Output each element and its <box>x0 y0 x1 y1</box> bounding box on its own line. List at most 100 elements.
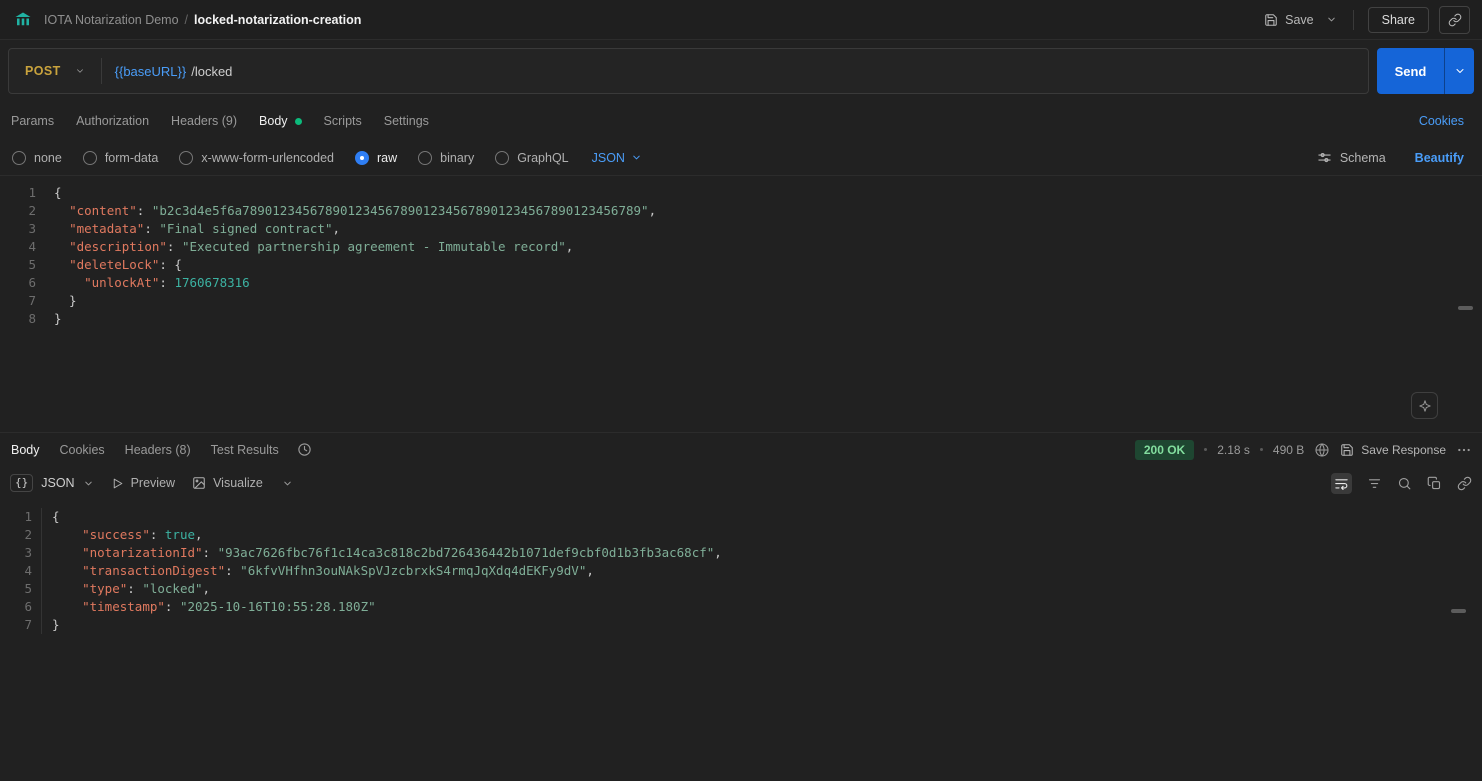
body-type-graphql[interactable]: GraphQL <box>495 151 568 165</box>
save-icon <box>1264 13 1278 27</box>
visualize-button[interactable]: Visualize <box>192 476 263 490</box>
line-number: 6 <box>0 274 36 292</box>
code-line: 1{ <box>0 184 1482 202</box>
body-type-label: x-www-form-urlencoded <box>201 151 334 165</box>
response-scroll-handle[interactable] <box>1451 609 1466 613</box>
chevron-down-icon <box>631 152 642 163</box>
url-variable: {{baseURL}} <box>115 64 187 79</box>
response-tab-body[interactable]: Body <box>8 433 50 466</box>
postbot-button[interactable] <box>1411 392 1438 419</box>
request-tabs: Params Authorization Headers (9) Body Sc… <box>0 102 1482 140</box>
response-format-selector[interactable]: {} JSON <box>10 474 94 492</box>
response-format-label: JSON <box>41 476 74 490</box>
line-number: 5 <box>0 580 42 598</box>
code-line: 5 "deleteLock": { <box>0 256 1482 274</box>
body-type-none[interactable]: none <box>12 151 62 165</box>
beautify-link[interactable]: Beautify <box>1415 151 1464 165</box>
radio-icon <box>495 151 509 165</box>
save-response-label: Save Response <box>1361 443 1446 457</box>
line-number: 6 <box>0 598 42 616</box>
response-header: Body Cookies Headers (8) Test Results 20… <box>0 432 1482 466</box>
body-modified-dot <box>295 118 302 125</box>
radio-icon-selected <box>355 151 369 165</box>
response-tab-headers[interactable]: Headers (8) <box>115 433 201 466</box>
code-line: 1{ <box>0 508 1482 526</box>
method-selector[interactable]: POST <box>9 49 101 93</box>
share-button[interactable]: Share <box>1368 7 1429 33</box>
line-number: 4 <box>0 562 42 580</box>
meta-separator-dot <box>1260 448 1263 451</box>
tab-settings[interactable]: Settings <box>373 102 440 140</box>
save-label: Save <box>1285 13 1314 27</box>
preview-label: Preview <box>131 476 175 490</box>
request-body-editor[interactable]: 1{2 "content": "b2c3d4e5f6a7890123456789… <box>0 176 1482 432</box>
response-size: 490 B <box>1273 443 1304 457</box>
wrap-text-button[interactable] <box>1331 473 1352 494</box>
chevron-down-icon <box>73 64 87 78</box>
image-icon <box>192 476 206 490</box>
response-body-editor[interactable]: 1{2 "success": true,3 "notarizationId": … <box>0 500 1482 781</box>
tab-authorization[interactable]: Authorization <box>65 102 160 140</box>
schema-label: Schema <box>1340 151 1386 165</box>
search-button[interactable] <box>1397 476 1412 491</box>
code-line: 5 "type": "locked", <box>0 580 1482 598</box>
line-number: 1 <box>0 184 36 202</box>
breadcrumb-separator: / <box>185 13 188 27</box>
response-history-button[interactable] <box>289 442 320 457</box>
breadcrumb: IOTA Notarization Demo / locked-notariza… <box>44 13 361 27</box>
app-logo-icon <box>12 9 34 31</box>
cookies-link[interactable]: Cookies <box>1419 114 1464 128</box>
radio-icon <box>83 151 97 165</box>
breadcrumb-request-name[interactable]: locked-notarization-creation <box>194 13 361 27</box>
radio-icon <box>12 151 26 165</box>
request-scroll-handle[interactable] <box>1458 306 1473 310</box>
view-options-button[interactable] <box>280 476 295 491</box>
response-tab-test-results[interactable]: Test Results <box>201 433 289 466</box>
chevron-down-icon <box>1454 65 1466 77</box>
send-options-button[interactable] <box>1444 48 1474 94</box>
tab-headers[interactable]: Headers (9) <box>160 102 248 140</box>
code-line: 6 "timestamp": "2025-10-16T10:55:28.180Z… <box>0 598 1482 616</box>
more-actions-button[interactable] <box>1456 442 1472 458</box>
visualize-label: Visualize <box>213 476 263 490</box>
line-number: 3 <box>0 544 42 562</box>
line-number: 2 <box>0 526 42 544</box>
url-input[interactable]: {{baseURL}} /locked <box>102 64 1368 79</box>
ellipsis-icon <box>1456 442 1472 458</box>
copy-button[interactable] <box>1427 476 1442 491</box>
line-number: 8 <box>0 310 36 328</box>
tab-params[interactable]: Params <box>8 102 65 140</box>
tab-body[interactable]: Body <box>248 102 313 140</box>
method-label: POST <box>25 64 61 78</box>
url-path: /locked <box>191 64 232 79</box>
network-info-button[interactable] <box>1314 442 1330 458</box>
request-url-row: POST {{baseURL}} /locked Send <box>0 40 1482 102</box>
schema-button[interactable]: Schema <box>1317 150 1386 165</box>
code-line: 4 "transactionDigest": "6kfvVHfhn3ouNAkS… <box>0 562 1482 580</box>
raw-format-selector[interactable]: JSON <box>592 151 642 165</box>
link-icon <box>1457 476 1472 491</box>
body-type-x-www-form-urlencoded[interactable]: x-www-form-urlencoded <box>179 151 334 165</box>
body-type-form-data[interactable]: form-data <box>83 151 159 165</box>
filter-icon <box>1367 476 1382 491</box>
filter-button[interactable] <box>1367 476 1382 491</box>
tab-body-label: Body <box>259 114 288 128</box>
format-label: JSON <box>592 151 625 165</box>
response-toolbar-right <box>1331 473 1472 494</box>
save-options-button[interactable] <box>1324 12 1339 27</box>
chevron-down-icon <box>83 478 94 489</box>
tab-scripts[interactable]: Scripts <box>313 102 373 140</box>
save-response-button[interactable]: Save Response <box>1340 443 1446 457</box>
body-type-binary[interactable]: binary <box>418 151 474 165</box>
body-type-label: binary <box>440 151 474 165</box>
response-link-button[interactable] <box>1457 476 1472 491</box>
copy-link-button[interactable] <box>1439 6 1470 34</box>
breadcrumb-workspace[interactable]: IOTA Notarization Demo <box>44 13 179 27</box>
save-button[interactable]: Save <box>1264 13 1314 27</box>
sparkle-icon <box>1418 399 1432 413</box>
body-type-raw[interactable]: raw <box>355 151 397 165</box>
send-button[interactable]: Send <box>1377 48 1444 94</box>
app-header: IOTA Notarization Demo / locked-notariza… <box>0 0 1482 40</box>
preview-button[interactable]: Preview <box>111 476 175 490</box>
response-tab-cookies[interactable]: Cookies <box>50 433 115 466</box>
